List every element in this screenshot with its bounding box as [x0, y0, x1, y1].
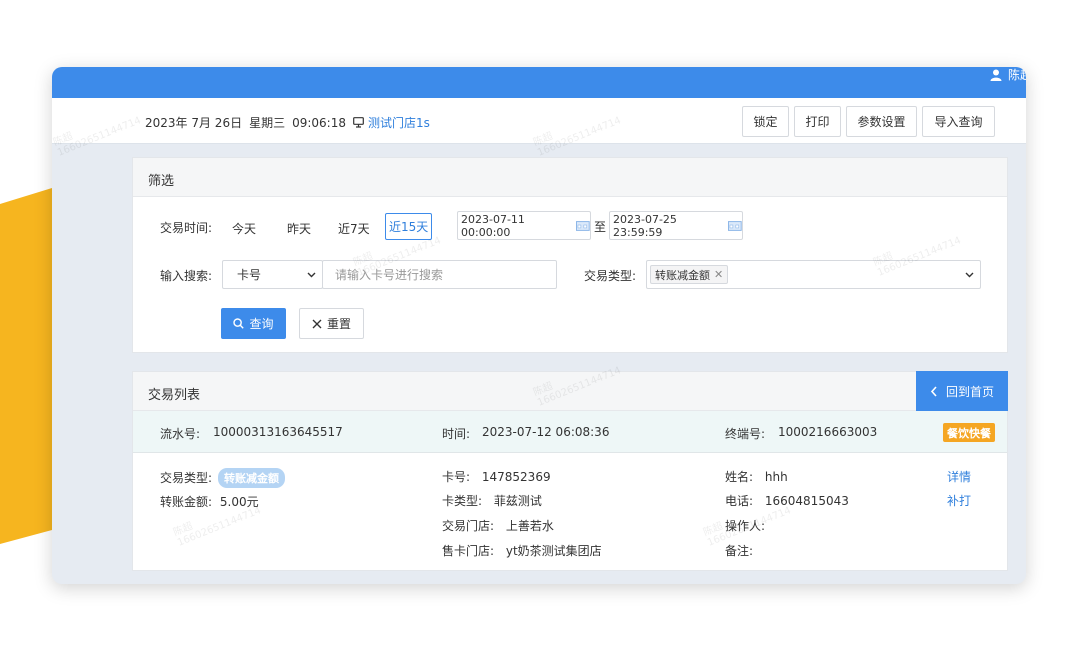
chevron-down-icon — [965, 272, 974, 278]
user-menu[interactable]: 陈超 — [990, 67, 1026, 98]
terminal-label: 终端号: — [725, 427, 766, 441]
toolbar: 锁定 打印 参数设置 导入查询 — [742, 106, 995, 137]
sell-store-value: yt奶茶测试集团店 — [505, 544, 602, 558]
operator-label: 操作人: — [725, 519, 766, 533]
list-panel-header: 交易列表 回到首页 — [133, 371, 1008, 411]
trade-store-label: 交易门店: — [442, 519, 495, 533]
store-name: 测试门店1s — [368, 116, 430, 130]
amount-label: 转账金额: — [160, 495, 213, 509]
query-button-label: 查询 — [249, 317, 274, 331]
search-icon — [233, 318, 245, 329]
trade-type-tag: 转账减金额 ✕ — [650, 265, 729, 284]
quick-yesterday[interactable]: 昨天 — [287, 220, 311, 237]
trade-store-row: 交易门店: 上善若水 — [442, 517, 554, 534]
list-title: 交易列表 — [148, 388, 201, 403]
settings-button[interactable]: 参数设置 — [846, 106, 917, 137]
filter-panel-header: 筛选 — [133, 158, 1007, 197]
record-type-badge: 转账减金额 — [218, 468, 286, 488]
amount-row: 转账金额: 5.00元 — [160, 493, 259, 510]
card-value: 147852369 — [481, 470, 551, 484]
card-row: 卡号: 147852369 — [442, 468, 551, 485]
quick-today[interactable]: 今天 — [232, 220, 256, 237]
top-bar: 陈超 — [52, 67, 1026, 98]
sell-store-label: 售卡门店: — [442, 544, 495, 558]
back-home-label: 回到首页 — [945, 384, 994, 399]
trade-store-value: 上善若水 — [505, 519, 554, 533]
chevron-down-icon — [307, 272, 316, 278]
trade-type-tag-label: 转账减金额 — [655, 268, 710, 282]
close-icon — [312, 319, 322, 328]
current-datetime: 2023年 7月 26日 星期三 09:06:18 测试门店1s — [145, 114, 430, 131]
date-range-separator: 至 — [594, 220, 607, 234]
end-date-input[interactable]: 2023-07-25 23:59:59 — [609, 211, 743, 240]
time-value: 2023-07-12 06:08:36 — [482, 425, 610, 439]
search-label: 输入搜索: — [160, 269, 213, 283]
serial-value: 10000313163645517 — [213, 425, 343, 439]
category-badge: 餐饮快餐 — [943, 423, 995, 442]
calendar-icon — [728, 221, 742, 231]
phone-label: 电话: — [725, 494, 754, 508]
serial-label: 流水号: — [160, 427, 201, 441]
reset-button-label: 重置 — [326, 317, 351, 331]
record-header: 流水号: 10000313163645517 时间: 2023-07-12 06… — [133, 411, 1007, 453]
end-date-value: 2023-07-25 23:59:59 — [613, 212, 677, 239]
search-field-select[interactable]: 卡号 — [222, 260, 323, 289]
record-type-label: 交易类型: — [160, 471, 213, 485]
current-date: 2023年 7月 26日 — [145, 116, 243, 130]
back-home-button[interactable]: 回到首页 — [916, 371, 1008, 411]
card-type-row: 卡类型: 菲兹测试 — [442, 492, 542, 509]
name-row: 姓名: hhh — [725, 468, 788, 485]
amount-value: 5.00元 — [219, 495, 259, 509]
start-date-input[interactable]: 2023-07-11 00:00:00 — [457, 211, 591, 240]
card-type-value: 菲兹测试 — [493, 494, 542, 508]
print-button[interactable]: 打印 — [794, 106, 841, 137]
close-icon[interactable]: ✕ — [714, 268, 723, 281]
store-selector[interactable]: 测试门店1s — [353, 114, 430, 131]
trade-type-label: 交易类型: — [584, 269, 637, 283]
search-field-value: 卡号 — [237, 268, 262, 282]
reset-button[interactable]: 重置 — [299, 308, 364, 339]
start-date-value: 2023-07-11 00:00:00 — [461, 212, 525, 239]
user-name: 陈超 — [1008, 68, 1026, 82]
query-button[interactable]: 查询 — [221, 308, 286, 339]
detail-link[interactable]: 详情 — [947, 468, 971, 485]
trade-type-select[interactable]: 转账减金额 ✕ — [646, 260, 981, 289]
search-input[interactable] — [322, 260, 557, 289]
user-icon — [990, 69, 1002, 81]
remark-label: 备注: — [725, 544, 754, 558]
phone-row: 电话: 16604815043 — [725, 492, 849, 509]
filter-panel: 筛选 交易时间: 今天 昨天 近7天 近15天 2023-07-11 00:00… — [132, 157, 1008, 353]
reprint-link[interactable]: 补打 — [947, 492, 971, 509]
record-type-row: 交易类型: 转账减金额 — [160, 468, 286, 488]
info-bar: 2023年 7月 26日 星期三 09:06:18 测试门店1s 锁定 打印 参… — [52, 98, 1026, 144]
phone-value: 16604815043 — [764, 494, 849, 508]
app-window: 陈超 2023年 7月 26日 星期三 09:06:18 测试门店1s 锁定 打… — [52, 67, 1026, 584]
import-query-button[interactable]: 导入查询 — [922, 106, 995, 137]
name-label: 姓名: — [725, 470, 754, 484]
sell-store-row: 售卡门店: yt奶茶测试集团店 — [442, 542, 602, 559]
terminal-value: 1000216663003 — [778, 425, 878, 439]
quick-last15[interactable]: 近15天 — [385, 213, 433, 240]
transaction-list-panel: 交易列表 回到首页 流水号: 10000313163645517 时间: 202… — [132, 371, 1008, 571]
time-label: 时间: — [442, 427, 471, 441]
name-value: hhh — [764, 470, 788, 484]
card-label: 卡号: — [442, 470, 471, 484]
current-weekday: 星期三 — [249, 116, 286, 130]
calendar-icon — [576, 221, 590, 231]
current-time: 09:06:18 — [292, 115, 346, 130]
card-type-label: 卡类型: — [442, 494, 483, 508]
quick-last7[interactable]: 近7天 — [338, 220, 370, 237]
trade-time-label: 交易时间: — [160, 221, 213, 235]
monitor-icon — [353, 117, 364, 128]
chevron-left-icon — [930, 385, 937, 397]
lock-button[interactable]: 锁定 — [742, 106, 789, 137]
filter-title: 筛选 — [148, 174, 175, 189]
